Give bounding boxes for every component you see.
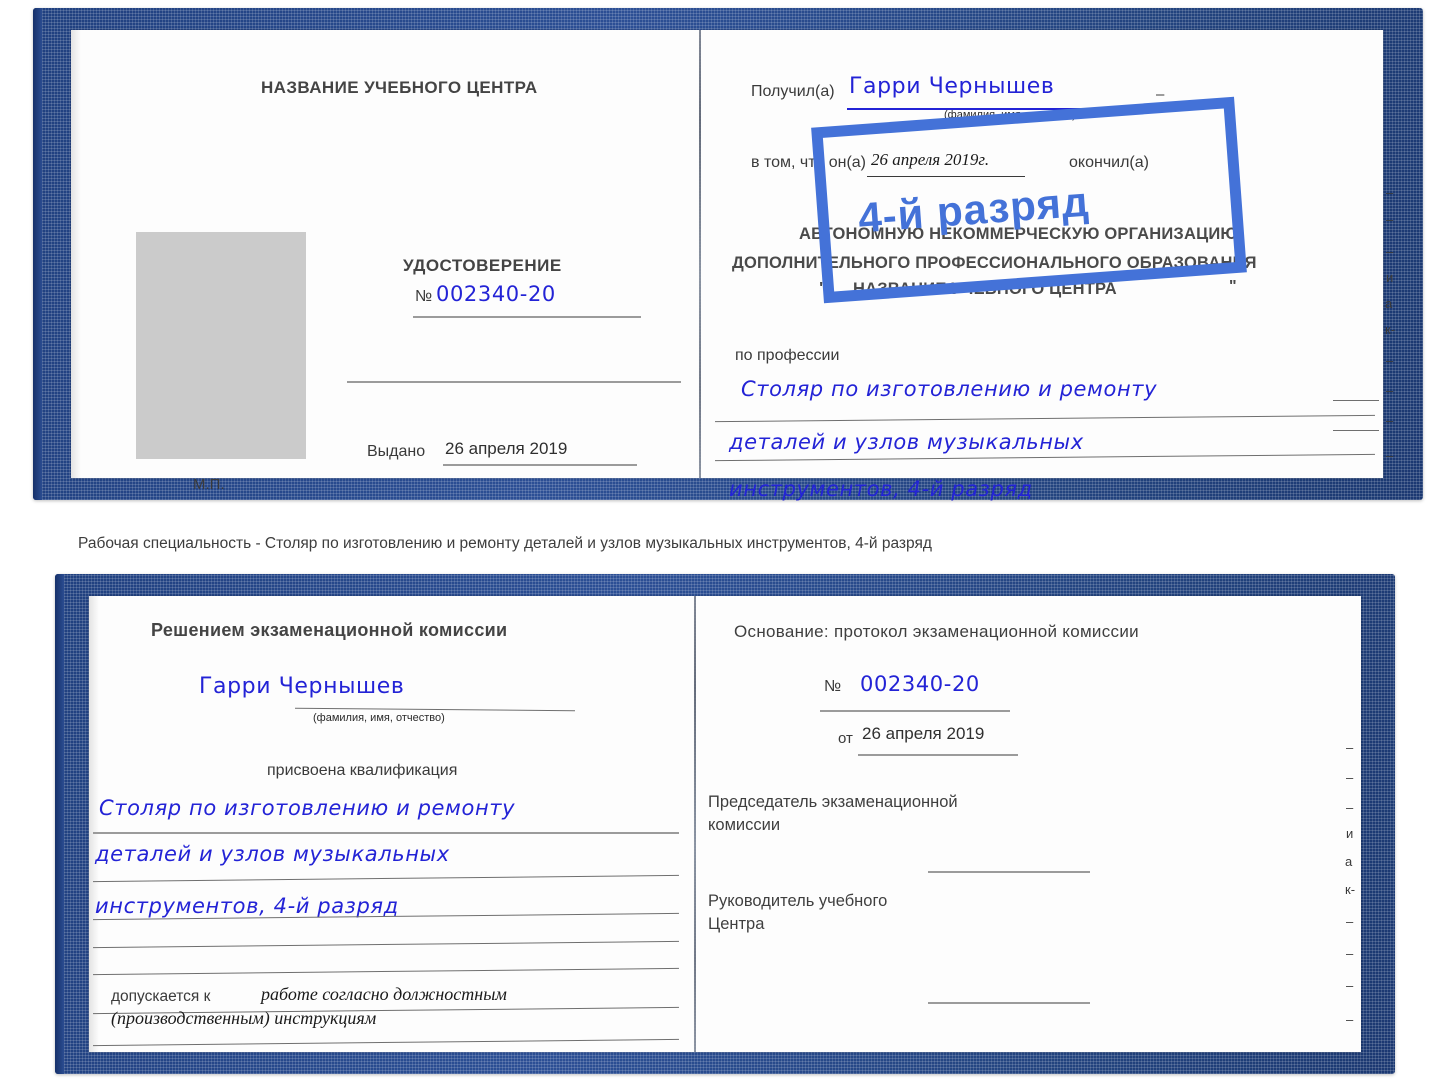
qual-rule-1 — [93, 832, 679, 834]
certificate-number: 002340-20 — [436, 282, 556, 306]
page-inner-shadow — [89, 596, 99, 1052]
protocol-number-symbol: № — [824, 678, 842, 695]
org-quote-close: " — [1229, 278, 1237, 295]
profession-line-2: деталей и узлов музыкальных — [729, 430, 1084, 454]
chairman-label-line-2: комиссии — [708, 816, 781, 834]
issued-date: 26 апреля 2019 — [445, 439, 568, 458]
from-date: 26 апреля 2019 — [862, 724, 985, 743]
chairman-signature-line — [928, 871, 1090, 873]
admitted-value-line-1: работе согласно должностным — [261, 984, 507, 1004]
edge-fragment: а — [1385, 296, 1393, 311]
training-center-title: НАЗВАНИЕ УЧЕБНОГО ЦЕНТРА — [261, 78, 538, 97]
student-name: Гарри Чернышев — [199, 674, 405, 699]
edge-fragment: – — [1386, 448, 1394, 463]
edge-fragment: – — [1346, 946, 1354, 961]
edge-rule — [1333, 400, 1379, 401]
edge-fragment: – — [1346, 914, 1354, 929]
edge-fragment: – — [1346, 740, 1354, 755]
decision-title: Решением экзаменационной комиссии — [151, 620, 508, 640]
profession-rule-2 — [715, 453, 1375, 462]
edge-fragment: – — [1386, 244, 1394, 259]
head-label-line-1: Руководитель учебного — [708, 892, 888, 910]
edge-fragment: – — [1386, 353, 1394, 368]
chairman-label-line-1: Председатель экзаменационной — [708, 793, 958, 811]
edge-fragment: – — [1346, 800, 1354, 815]
edge-fragment: а — [1345, 854, 1353, 869]
admitted-label: допускается к — [111, 988, 211, 1005]
head-label-line-2: Центра — [708, 915, 765, 933]
blank-rule-1 — [347, 381, 681, 383]
edge-fragment: – — [1346, 978, 1354, 993]
certificate-bottom: Решением экзаменационной комиссии Гарри … — [55, 574, 1395, 1074]
edge-dash-top-1: – — [1156, 86, 1165, 103]
profession-rule-1 — [715, 414, 1375, 423]
book-spine-edge-bottom — [55, 574, 64, 1074]
qualification-label: присвоена квалификация — [267, 762, 458, 779]
edge-fragment: к- — [1345, 882, 1356, 897]
qualification-line-1: Столяр по изготовлению и ремонту — [99, 796, 516, 820]
page-inner-shadow — [71, 30, 81, 478]
edge-fragment: и — [1386, 270, 1394, 285]
seal-label: М.П. — [193, 476, 225, 493]
edge-fragment: – — [1386, 413, 1394, 428]
admitted-value-line-2: (производственным) инструкциям — [111, 1008, 377, 1028]
profession-label: по профессии — [735, 347, 840, 364]
qual-rule-4 — [93, 940, 679, 949]
book-spine-top — [699, 30, 701, 478]
page-caption: Рабочая специальность - Столяр по изгото… — [78, 535, 932, 552]
qual-rule-2 — [93, 874, 679, 883]
issued-label: Выдано — [367, 443, 426, 460]
edge-fragment: – — [1386, 383, 1394, 398]
edge-fragment: и — [1346, 826, 1354, 841]
document-title: УДОСТОВЕРЕНИЕ — [403, 256, 562, 275]
from-underline — [858, 754, 1018, 756]
basis-label: Основание: протокол экзаменационной коми… — [734, 622, 1139, 641]
book-spine-bottom — [694, 596, 696, 1052]
number-underline — [413, 316, 641, 318]
protocol-number: 002340-20 — [860, 672, 980, 696]
photo-placeholder — [136, 232, 306, 459]
edge-fragment: – — [1386, 185, 1394, 200]
edge-fragment: – — [1386, 212, 1394, 227]
qual-rule-5 — [93, 967, 679, 976]
qualification-line-2: деталей и узлов музыкальных — [95, 842, 450, 866]
page-right-bottom: Основание: протокол экзаменационной коми… — [696, 596, 1361, 1052]
edge-fragment: – — [1346, 770, 1354, 785]
page-left-top: НАЗВАНИЕ УЧЕБНОГО ЦЕНТРА УДОСТОВЕРЕНИЕ №… — [71, 30, 699, 493]
page-left-bottom: Решением экзаменационной комиссии Гарри … — [89, 596, 694, 1052]
admitted-rule-2 — [93, 1038, 679, 1047]
fio-hint-bottom: (фамилия, имя, отчество) — [313, 712, 445, 724]
certificate-top: НАЗВАНИЕ УЧЕБНОГО ЦЕНТРА УДОСТОВЕРЕНИЕ №… — [33, 8, 1423, 501]
qualification-line-3: инструментов, 4-й разряд — [95, 894, 399, 918]
issued-underline — [443, 464, 637, 466]
book-spine-edge-top — [33, 8, 42, 500]
from-label: от — [838, 730, 853, 747]
edge-rule — [1333, 430, 1379, 431]
profession-line-3: инструментов, 4-й разряд — [729, 477, 1033, 501]
edge-fragment: к- — [1385, 322, 1396, 337]
head-signature-line — [928, 1002, 1090, 1004]
number-symbol: № — [415, 288, 433, 305]
name-underline — [295, 707, 575, 712]
protocol-number-underline — [820, 710, 1010, 712]
received-label: Получил(а) — [751, 83, 835, 100]
edge-fragment: – — [1346, 1012, 1354, 1027]
received-name: Гарри Чернышев — [849, 74, 1055, 99]
profession-line-1: Столяр по изготовлению и ремонту — [741, 377, 1158, 401]
